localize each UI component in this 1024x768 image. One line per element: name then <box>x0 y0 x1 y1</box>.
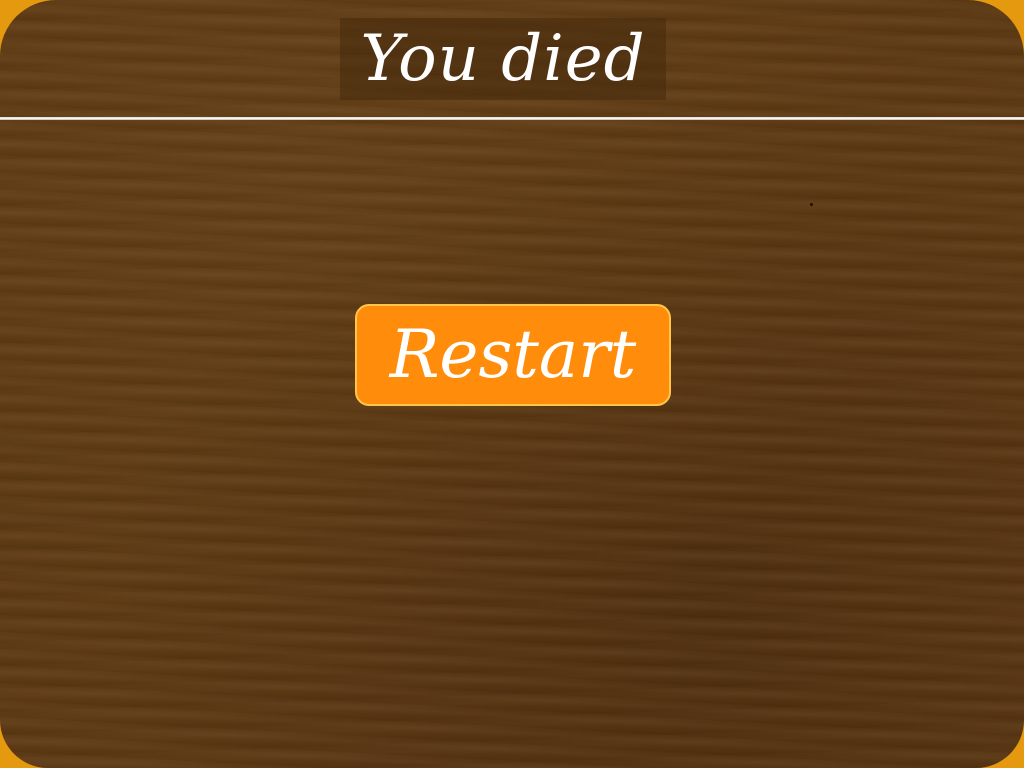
texture-speck <box>810 203 813 206</box>
game-frame: You died Restart <box>0 0 1024 768</box>
header-divider <box>0 117 1024 120</box>
restart-button-label: Restart <box>389 316 637 393</box>
death-title: You died <box>360 22 646 96</box>
death-screen-panel: You died Restart <box>0 0 1024 768</box>
title-box: You died <box>340 18 666 100</box>
restart-button[interactable]: Restart <box>355 304 671 406</box>
